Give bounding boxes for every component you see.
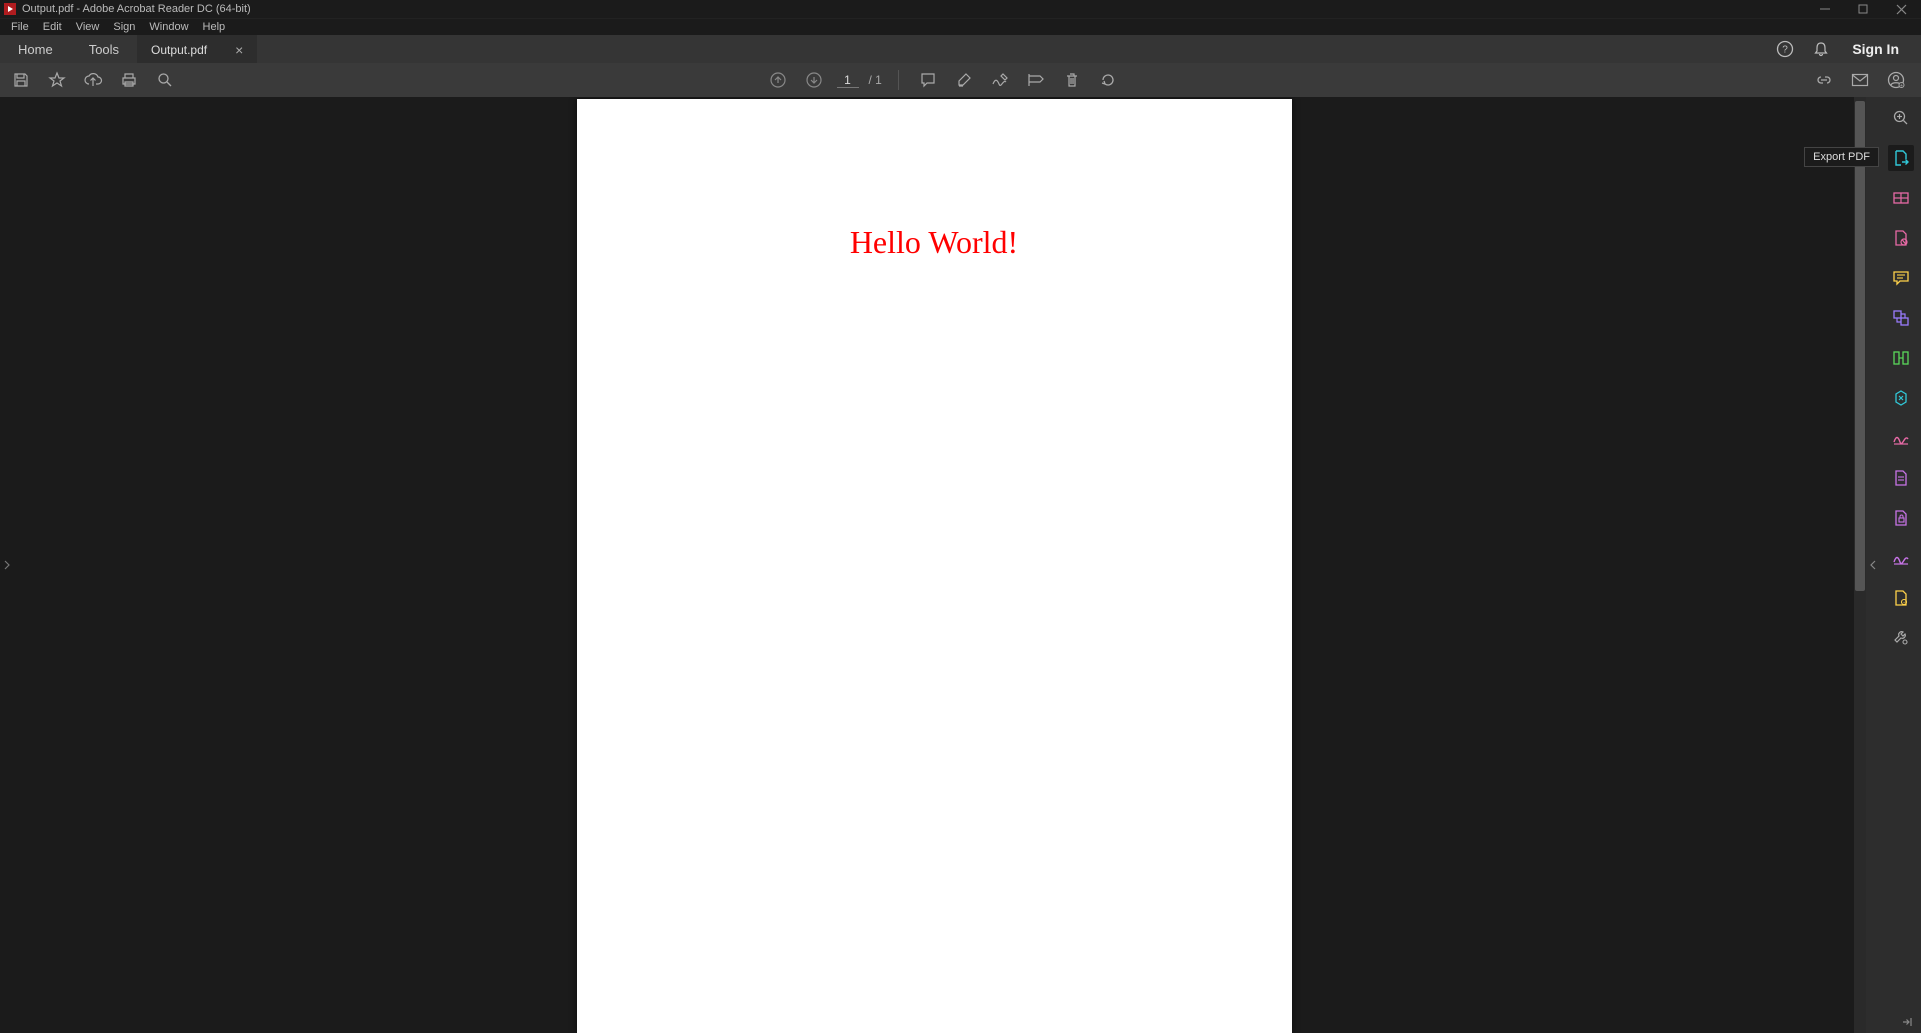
main-area: Hello World! Export PDF	[0, 97, 1921, 1033]
svg-text:+: +	[1900, 83, 1903, 89]
comment-icon[interactable]	[1888, 265, 1914, 291]
edit-pdf-icon[interactable]	[1888, 185, 1914, 211]
print-icon[interactable]	[116, 67, 142, 93]
find-icon[interactable]	[152, 67, 178, 93]
create-pdf-icon[interactable]	[1888, 225, 1914, 251]
delete-icon[interactable]	[1059, 67, 1085, 93]
nav-pane-toggle[interactable]	[0, 97, 14, 1033]
sign-in-button[interactable]: Sign In	[1846, 41, 1905, 57]
title-bar: Output.pdf - Adobe Acrobat Reader DC (64…	[0, 0, 1921, 18]
pdf-page: Hello World!	[577, 99, 1292, 1033]
menu-view[interactable]: View	[69, 21, 107, 33]
tab-close-button[interactable]: ×	[235, 42, 243, 58]
tab-tools[interactable]: Tools	[71, 35, 137, 63]
svg-text:?: ?	[1783, 45, 1789, 56]
upload-cloud-icon[interactable]	[80, 67, 106, 93]
more-tools-icon[interactable]	[1888, 625, 1914, 651]
minimize-button[interactable]	[1815, 2, 1835, 16]
tab-bar: Home Tools Output.pdf × ? Sign In	[0, 35, 1921, 63]
right-tools-strip: Export PDF	[1880, 97, 1921, 1033]
scrollbar-thumb[interactable]	[1855, 101, 1865, 591]
tab-home[interactable]: Home	[0, 35, 71, 63]
tab-document-label: Output.pdf	[151, 43, 207, 57]
maximize-button[interactable]	[1853, 2, 1873, 16]
fill-sign-icon[interactable]	[1888, 425, 1914, 451]
menu-sign[interactable]: Sign	[106, 21, 142, 33]
star-icon[interactable]	[44, 67, 70, 93]
export-pdf-icon[interactable]	[1888, 145, 1914, 171]
tools-pane-toggle[interactable]	[1866, 97, 1880, 1033]
app-icon	[4, 3, 16, 15]
document-text: Hello World!	[577, 99, 1292, 261]
close-window-button[interactable]	[1891, 2, 1911, 16]
rotate-icon[interactable]	[1095, 67, 1121, 93]
menu-bar: File Edit View Sign Window Help	[0, 18, 1921, 35]
page-total-label: / 1	[869, 73, 882, 87]
organize-pages-icon[interactable]	[1888, 345, 1914, 371]
toolbar: / 1 +	[0, 63, 1921, 97]
page-number-input[interactable]	[837, 73, 859, 88]
page-up-icon[interactable]	[765, 67, 791, 93]
stamp-icon[interactable]: +	[1888, 585, 1914, 611]
account-icon[interactable]: +	[1883, 67, 1909, 93]
email-icon[interactable]	[1847, 67, 1873, 93]
tab-home-label: Home	[18, 42, 53, 57]
menu-edit[interactable]: Edit	[36, 21, 69, 33]
link-share-icon[interactable]	[1811, 67, 1837, 93]
vertical-scrollbar[interactable]	[1854, 97, 1866, 1033]
window-title: Output.pdf - Adobe Acrobat Reader DC (64…	[22, 3, 251, 15]
sign-request-icon[interactable]	[1888, 545, 1914, 571]
comment-tool-icon[interactable]	[915, 67, 941, 93]
notifications-icon[interactable]	[1810, 38, 1832, 60]
menu-window[interactable]: Window	[142, 21, 195, 33]
menu-help[interactable]: Help	[196, 21, 233, 33]
save-icon[interactable]	[8, 67, 34, 93]
combine-files-icon[interactable]	[1888, 305, 1914, 331]
compress-pdf-icon[interactable]	[1888, 385, 1914, 411]
export-pdf-tooltip: Export PDF	[1804, 147, 1879, 167]
search-plus-icon[interactable]	[1888, 105, 1914, 131]
convert-pdf-icon[interactable]	[1888, 465, 1914, 491]
window-controls	[1815, 2, 1917, 16]
page-down-icon[interactable]	[801, 67, 827, 93]
document-area[interactable]: Hello World!	[14, 97, 1854, 1033]
help-icon[interactable]: ?	[1774, 38, 1796, 60]
tab-document[interactable]: Output.pdf ×	[137, 35, 257, 63]
tab-tools-label: Tools	[89, 42, 119, 57]
draw-sign-icon[interactable]	[987, 67, 1013, 93]
highlight-icon[interactable]	[951, 67, 977, 93]
menu-file[interactable]: File	[4, 21, 36, 33]
protect-icon[interactable]	[1888, 505, 1914, 531]
collapse-tools-icon[interactable]	[1901, 1017, 1913, 1027]
stamp-tool-icon[interactable]	[1023, 67, 1049, 93]
